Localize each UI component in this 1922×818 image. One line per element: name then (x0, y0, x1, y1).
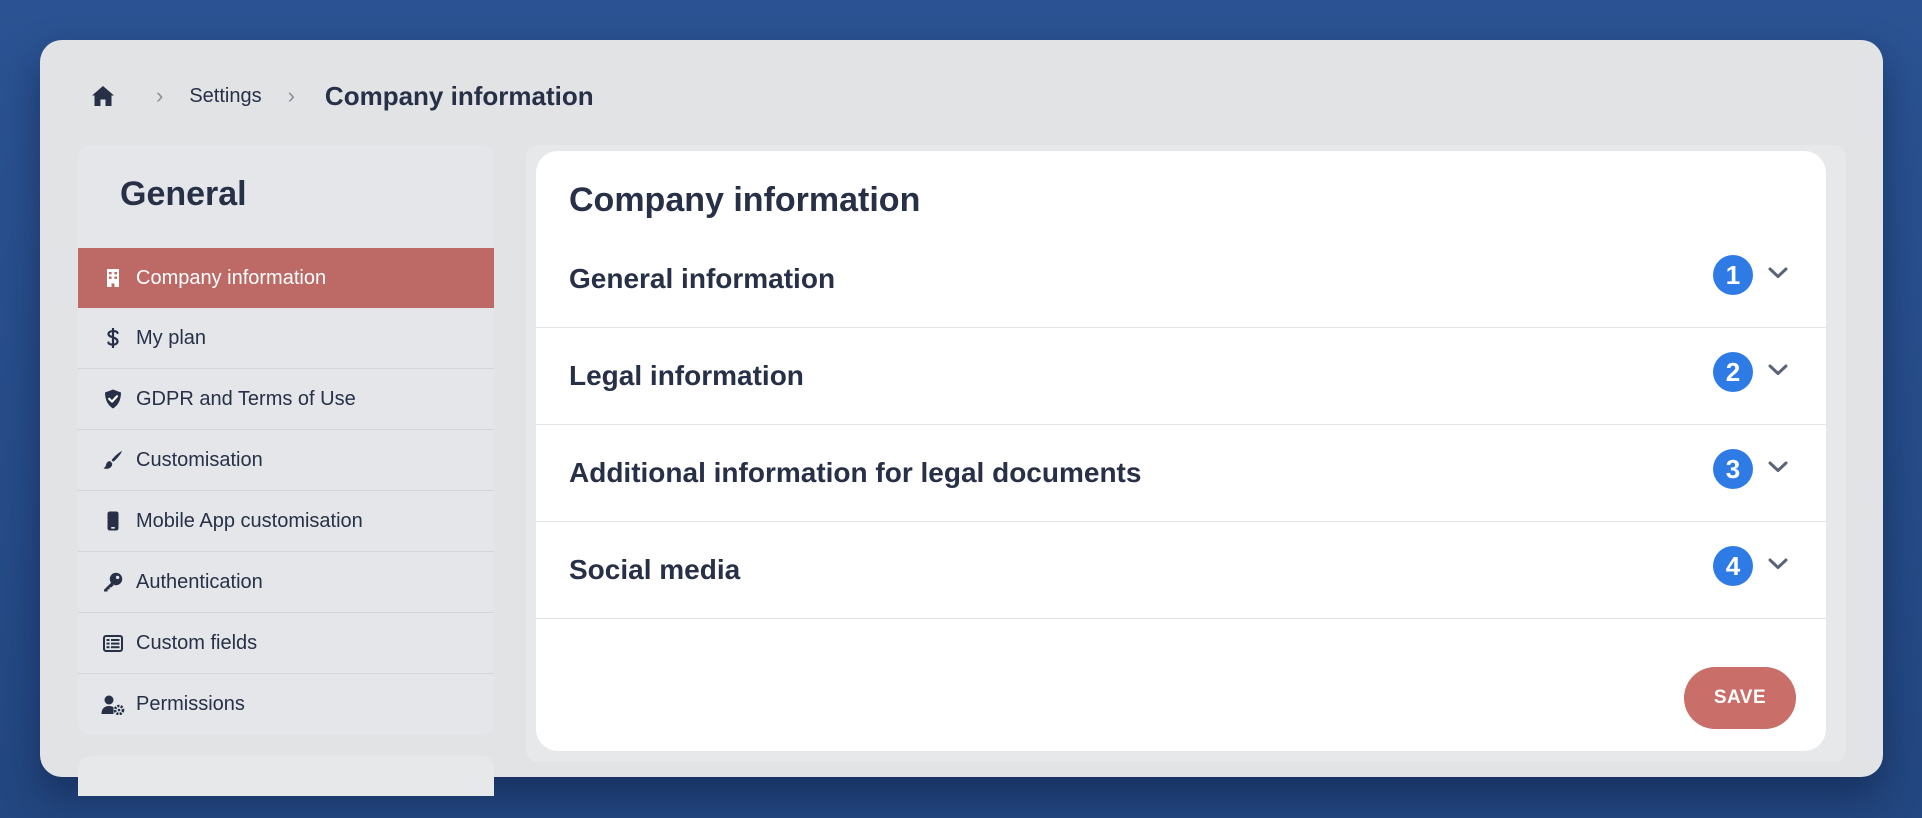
sidebar-item-gdpr[interactable]: GDPR and Terms of Use (78, 369, 494, 430)
sidebar-item-customisation[interactable]: Customisation (78, 430, 494, 491)
sidebar-item-label: Custom fields (136, 631, 258, 654)
sidebar-item-label: GDPR and Terms of Use (136, 387, 356, 410)
sidebar-title: General (120, 175, 247, 213)
breadcrumb-settings-link[interactable]: Settings (189, 85, 261, 108)
mobile-icon (98, 511, 128, 531)
section-label: General information (569, 263, 836, 294)
chevron-down-icon[interactable] (1765, 558, 1791, 570)
breadcrumb: › Settings › Company information (90, 76, 594, 116)
sidebar-item-mobile-app[interactable]: Mobile App customisation (78, 491, 494, 552)
sidebar-item-company-information[interactable]: Company information (78, 248, 494, 308)
home-icon[interactable] (90, 83, 116, 109)
sidebar-item-label: Customisation (136, 448, 263, 471)
sidebar-item-label: Authentication (136, 570, 263, 593)
section-badge: 3 (1713, 449, 1753, 489)
building-icon (98, 269, 128, 287)
section-label: Social media (569, 554, 741, 585)
sidebar-item-permissions[interactable]: Permissions (78, 674, 494, 735)
section-badge: 1 (1713, 255, 1753, 295)
company-information-card: Company information General information … (536, 151, 1826, 751)
section-badge: 2 (1713, 352, 1753, 392)
sidebar-item-label: My plan (136, 326, 207, 349)
chevron-down-icon[interactable] (1765, 461, 1791, 473)
chevron-down-icon[interactable] (1765, 364, 1791, 376)
table-list-icon (98, 634, 128, 652)
user-gear-icon (98, 695, 128, 715)
shield-check-icon (98, 389, 128, 409)
section-label: Legal information (569, 360, 804, 391)
breadcrumb-separator-icon: › (287, 83, 295, 108)
section-label: Additional information for legal documen… (569, 457, 1142, 488)
sidebar-item-authentication[interactable]: Authentication (78, 552, 494, 613)
settings-window: › Settings › Company information General… (40, 40, 1883, 796)
sidebar-item-label: Mobile App customisation (136, 509, 363, 532)
sidebar-item-label: Permissions (136, 693, 245, 715)
section-additional-legal-documents[interactable]: Additional information for legal documen… (536, 425, 1826, 522)
paintbrush-icon (98, 450, 128, 470)
key-icon (98, 572, 128, 592)
section-social-media[interactable]: Social media 4 (536, 522, 1826, 619)
sidebar-secondary-panel (78, 756, 494, 796)
section-general-information[interactable]: General information 1 (536, 231, 1826, 328)
section-legal-information[interactable]: Legal information 2 (536, 328, 1826, 425)
breadcrumb-current: Company information (324, 80, 594, 111)
chevron-down-icon[interactable] (1765, 267, 1791, 279)
dollar-icon (98, 328, 128, 348)
breadcrumb-separator-icon: › (156, 83, 164, 108)
settings-sidebar: General Company information My plan GDPR… (78, 145, 494, 735)
sidebar-item-custom-fields[interactable]: Custom fields (78, 613, 494, 674)
section-badge: 4 (1713, 546, 1753, 586)
sidebar-item-label: Company information (136, 266, 327, 289)
card-title: Company information (569, 181, 921, 219)
save-button[interactable]: SAVE (1684, 667, 1796, 729)
sidebar-item-my-plan[interactable]: My plan (78, 308, 494, 369)
